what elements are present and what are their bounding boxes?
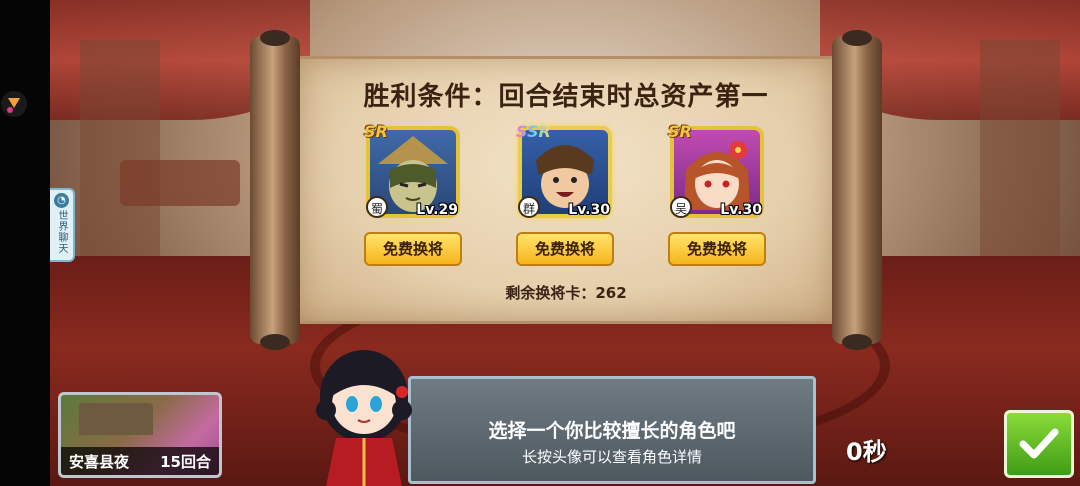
- dialog-secondary-text: 长按头像可以查看角色详情: [521, 448, 702, 466]
- remaining-swap-cards: 剩余换将卡：262: [505, 284, 627, 302]
- hero-card-3[interactable]: SR 吴 Lv.30: [668, 122, 766, 220]
- world-chat-label: 世界聊天: [56, 210, 67, 254]
- left-edge-strip: [0, 0, 50, 486]
- hero-level: Lv.29: [416, 202, 458, 218]
- faction-badge: 群: [518, 196, 540, 218]
- map-info-bar: 安喜县夜 15回合: [61, 447, 219, 475]
- hero-level: Lv.30: [568, 202, 610, 218]
- treasure-chest: [120, 160, 240, 206]
- scroll-rod-left: [250, 30, 300, 350]
- advisor-character-icon: [316, 350, 412, 486]
- confirm-button[interactable]: [1004, 410, 1074, 478]
- map-thumbnail-hut: [79, 403, 153, 435]
- faction-badge: 吴: [670, 196, 692, 218]
- map-name: 安喜县夜: [69, 452, 130, 471]
- faction-badge: 蜀: [366, 196, 388, 218]
- app-logo-icon: [1, 91, 27, 117]
- hero-level: Lv.30: [720, 202, 762, 218]
- free-swap-button-3[interactable]: 免费换将: [668, 232, 766, 266]
- rarity-badge: SR: [668, 122, 692, 141]
- free-swap-button-1[interactable]: 免费换将: [364, 232, 462, 266]
- victory-condition-title: 胜利条件：回合结束时总资产第一: [363, 82, 769, 112]
- countdown-timer: 0秒: [846, 438, 887, 466]
- world-chat-button[interactable]: ◔ 世界聊天: [50, 188, 75, 262]
- hall-wall-right: [980, 40, 1060, 280]
- dialog-primary-text: 选择一个你比较擅长的角色吧: [488, 420, 736, 442]
- checkmark-icon: [1019, 428, 1059, 459]
- rarity-badge: SR: [364, 122, 388, 141]
- hero-card-1[interactable]: SR 蜀 Lv.29: [364, 122, 462, 220]
- free-swap-button-2[interactable]: 免费换将: [516, 232, 614, 266]
- chat-bubble-icon: ◔: [54, 193, 69, 208]
- hero-card-2[interactable]: SSR 群 Lv.30: [516, 122, 614, 220]
- map-card: 安喜县夜 15回合: [58, 392, 222, 478]
- rarity-badge: SSR: [516, 122, 551, 141]
- map-rounds: 15回合: [160, 452, 211, 471]
- scroll-rod-right: [832, 30, 882, 350]
